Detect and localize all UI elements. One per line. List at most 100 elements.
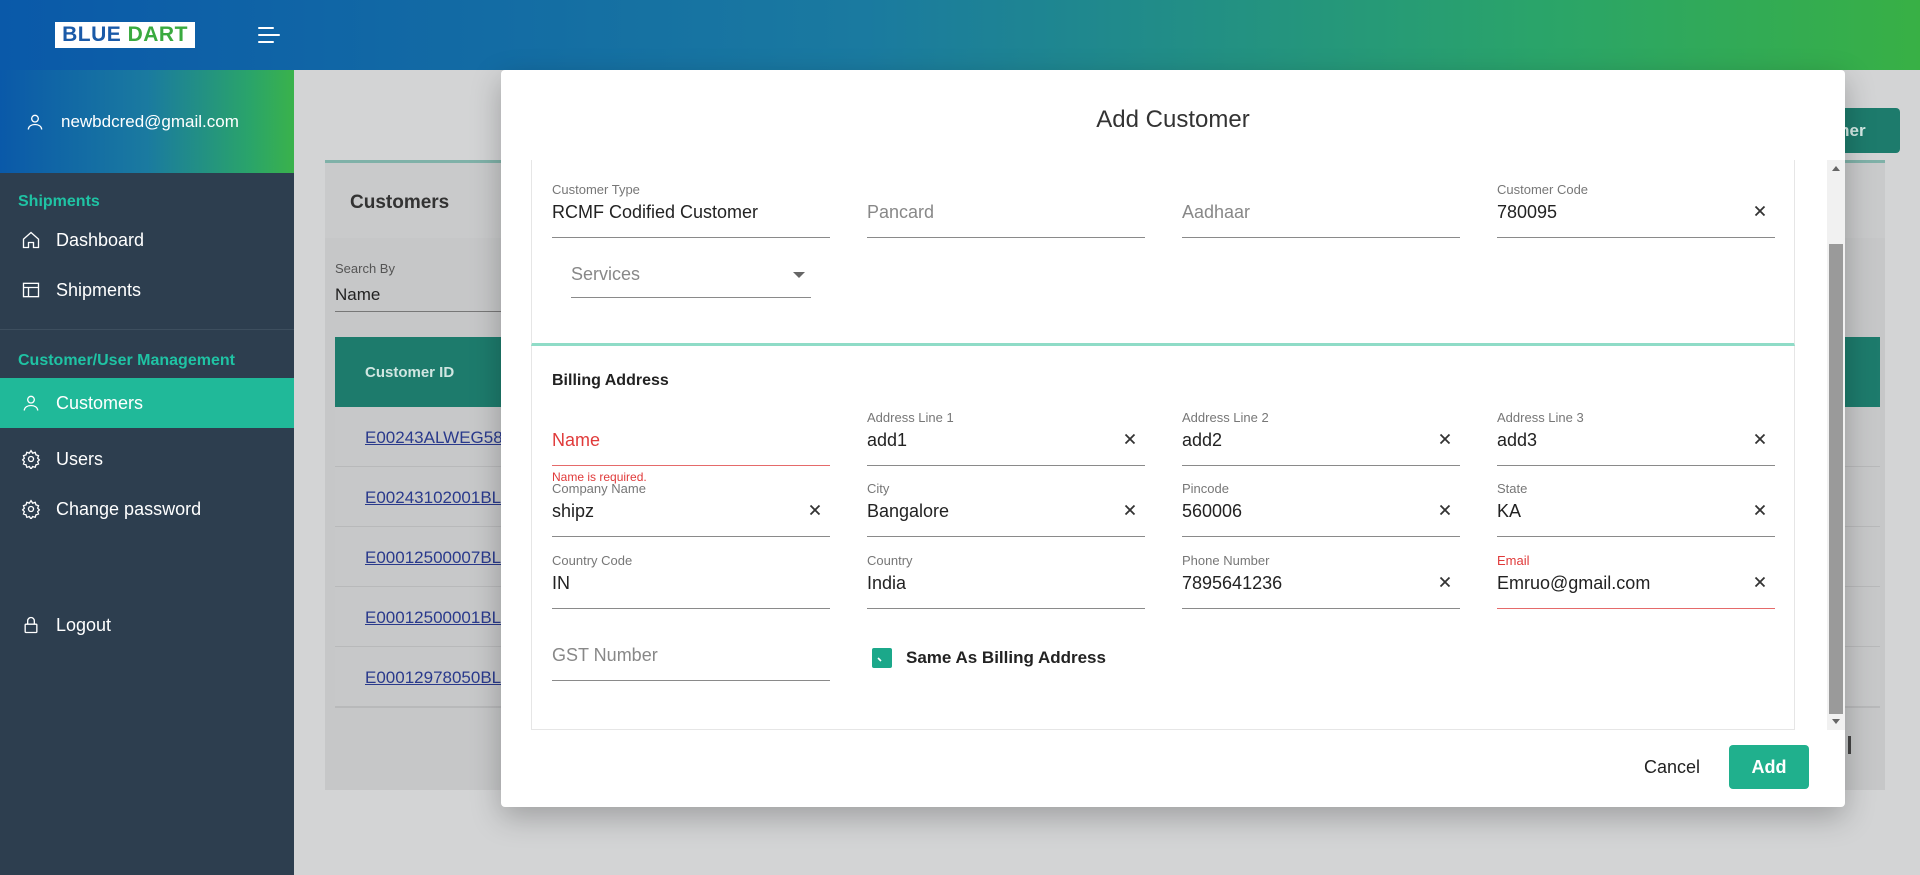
address-line-3-input[interactable]: Address Line 3 add3 [1497, 410, 1775, 466]
scroll-down-arrow-icon[interactable] [1832, 719, 1840, 724]
billing-address-panel: Billing Address Name Name is required. A… [531, 346, 1795, 730]
field-label: Email [1497, 553, 1530, 568]
field-label: Country Code [552, 553, 633, 568]
sidebar-item-dashboard[interactable]: Dashboard [0, 215, 294, 265]
logo-text-blue: BLUE [62, 23, 122, 46]
clear-icon[interactable] [1751, 430, 1769, 448]
clear-icon[interactable] [1436, 430, 1454, 448]
city-input[interactable]: City Bangalore [867, 481, 1145, 537]
menu-toggle-icon[interactable] [258, 26, 282, 44]
field-placeholder: Pancard [867, 202, 935, 222]
search-by-label: Search By [335, 261, 395, 276]
field-value: KA [1497, 501, 1522, 521]
customer-id-link[interactable]: E00012978050BL [365, 668, 501, 688]
services-select[interactable]: Services [571, 258, 811, 298]
search-by-select[interactable]: Name [335, 285, 505, 312]
checkbox-label: Same As Billing Address [906, 648, 1106, 667]
dialog-scrollbar[interactable] [1827, 160, 1845, 730]
customer-id-link[interactable]: E00012500001BL [365, 608, 501, 628]
customer-type-field[interactable]: Customer Type RCMF Codified Customer [552, 182, 830, 238]
name-input[interactable]: Name [552, 410, 830, 466]
aadhaar-input[interactable]: Aadhaar [1182, 182, 1460, 238]
field-value: 560006 [1182, 501, 1243, 521]
field-value: RCMF Codified Customer [552, 202, 759, 222]
dialog-title: Add Customer [1096, 106, 1250, 133]
user-icon [20, 392, 42, 414]
dialog-scroll-area[interactable]: Customer Type RCMF Codified Customer Pan… [531, 160, 1827, 730]
country-input[interactable]: Country India [867, 553, 1145, 609]
checkbox-icon[interactable] [872, 648, 892, 668]
field-value: Emruo@gmail.com [1497, 573, 1651, 593]
customer-id-link[interactable]: E00243102001BL [365, 488, 501, 508]
billing-address-title: Billing Address [552, 372, 669, 389]
sidebar-item-label: Users [56, 448, 104, 469]
field-value: shipz [552, 501, 595, 521]
state-input[interactable]: State KA [1497, 481, 1775, 537]
column-header-customer-id: Customer ID [365, 364, 455, 381]
sidebar-item-label: Change password [56, 498, 202, 519]
field-placeholder: Aadhaar [1182, 202, 1251, 222]
field-value: Bangalore [867, 501, 950, 521]
address-line-1-input[interactable]: Address Line 1 add1 [867, 410, 1145, 466]
user-icon [27, 114, 43, 130]
clear-icon[interactable] [1751, 501, 1769, 519]
add-customer-dialog: Add Customer Customer Type RCMF Codified… [501, 70, 1845, 807]
sidebar-item-logout[interactable]: Logout [0, 600, 294, 650]
field-value: IN [552, 573, 570, 593]
sidebar-item-label: Shipments [56, 279, 142, 300]
customer-details-panel: Customer Type RCMF Codified Customer Pan… [531, 160, 1795, 346]
sidebar-item-customers[interactable]: Customers [0, 378, 294, 428]
same-as-billing-checkbox[interactable]: Same As Billing Address [872, 648, 1106, 668]
blue-dart-logo[interactable]: BLUE DART [55, 22, 195, 48]
select-placeholder: Services [571, 264, 641, 284]
gear-icon [20, 448, 42, 470]
clear-icon[interactable] [1751, 573, 1769, 591]
section-shipments: Shipments [18, 193, 100, 210]
field-label: Country [867, 553, 913, 568]
clear-icon[interactable] [1436, 501, 1454, 519]
sidebar-item-change-password[interactable]: Change password [0, 484, 294, 534]
field-placeholder: GST Number [552, 645, 658, 665]
pancard-input[interactable]: Pancard [867, 182, 1145, 238]
customer-id-link[interactable]: E00243ALWEG58 [365, 428, 503, 448]
clear-icon[interactable] [806, 501, 824, 519]
field-label: Customer Type [552, 182, 640, 197]
field-value: 780095 [1497, 202, 1558, 222]
field-label: State [1497, 481, 1528, 496]
add-button[interactable]: Add [1729, 745, 1809, 789]
clear-icon[interactable] [1436, 573, 1454, 591]
sidebar: newbdcred@gmail.com Shipments Dashboard … [0, 70, 294, 875]
lock-icon [20, 614, 42, 636]
pincode-input[interactable]: Pincode 560006 [1182, 481, 1460, 537]
gear-icon [20, 498, 42, 520]
sidebar-item-label: Logout [56, 614, 112, 635]
address-line-2-input[interactable]: Address Line 2 add2 [1182, 410, 1460, 466]
field-label: City [867, 481, 890, 496]
sidebar-item-users[interactable]: Users [0, 434, 294, 484]
customer-code-input[interactable]: Customer Code 780095 [1497, 182, 1775, 238]
country-code-input[interactable]: Country Code IN [552, 553, 830, 609]
company-name-input[interactable]: Company Name shipz [552, 481, 830, 537]
cancel-button[interactable]: Cancel [1627, 745, 1717, 789]
field-value: 7895641236 [1182, 573, 1283, 593]
field-label: Customer Code [1497, 182, 1589, 197]
table-icon [20, 279, 42, 301]
home-icon [20, 229, 42, 251]
clear-icon[interactable] [1751, 202, 1769, 220]
sidebar-item-shipments[interactable]: Shipments [0, 265, 294, 315]
dropdown-arrow-icon [793, 272, 805, 278]
email-input[interactable]: Email Emruo@gmail.com [1497, 553, 1775, 609]
field-placeholder: Name [552, 430, 601, 450]
field-label: Address Line 2 [1182, 410, 1269, 425]
clear-icon[interactable] [1121, 430, 1139, 448]
scrollbar-thumb[interactable] [1829, 244, 1843, 714]
gst-number-input[interactable]: GST Number [552, 625, 830, 681]
top-bar: BLUE DART [0, 0, 1920, 70]
clear-icon[interactable] [1121, 501, 1139, 519]
section-management: Customer/User Management [18, 352, 235, 369]
phone-number-input[interactable]: Phone Number 7895641236 [1182, 553, 1460, 609]
field-label: Address Line 3 [1497, 410, 1584, 425]
customer-id-link[interactable]: E00012500007BL [365, 548, 501, 568]
scroll-up-arrow-icon[interactable] [1832, 166, 1840, 171]
field-label: Company Name [552, 481, 646, 496]
